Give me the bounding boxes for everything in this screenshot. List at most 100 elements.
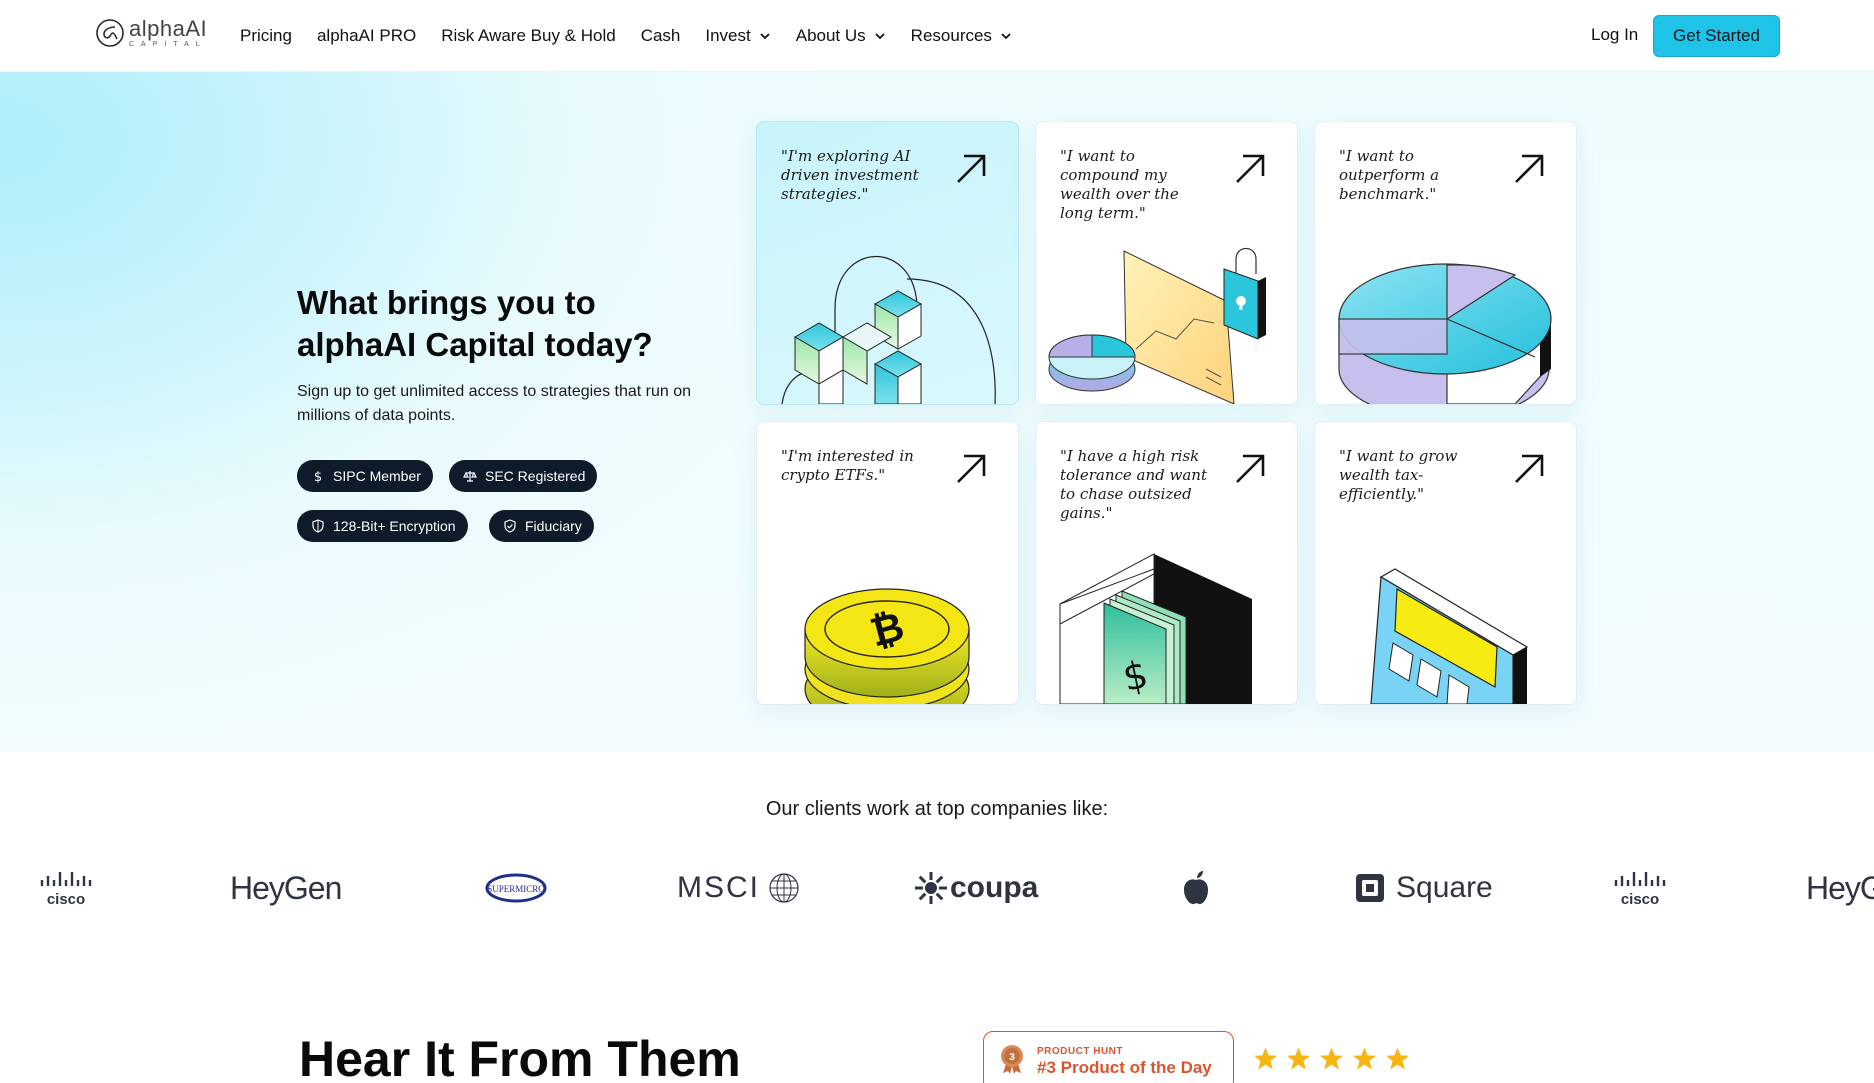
nav-pricing[interactable]: Pricing [240, 26, 292, 46]
apple-logo-icon [1184, 871, 1208, 905]
badge-sipc-label: SIPC Member [333, 468, 421, 484]
chevron-down-icon [760, 33, 770, 40]
heygen-wordmark: HeyGen [230, 869, 342, 906]
top-nav: alphaAI CAPITAL Pricing alphaAI PRO Risk… [0, 0, 1874, 72]
scale-icon [463, 471, 477, 482]
get-started-button[interactable]: Get Started [1653, 15, 1780, 57]
client-logos-strip: cisco HeyGen SUPERMICRO MSCI coupa Squar… [0, 860, 1874, 916]
card-quote: "I have a high risk tolerance and want t… [1060, 447, 1207, 522]
nav-alphaai-pro[interactable]: alphaAI PRO [317, 26, 416, 46]
client-logo-coupa: coupa [914, 860, 1038, 916]
coupa-wordmark: coupa [950, 871, 1039, 904]
nav-about-us[interactable]: About Us [796, 26, 886, 46]
nav-about-us-label: About Us [795, 26, 866, 45]
nav-cash-label: Cash [640, 26, 681, 45]
cash-box-illustration: $ [1059, 553, 1252, 704]
logo-name: alphaAI [129, 16, 208, 41]
login-link[interactable]: Log In [1591, 25, 1638, 45]
nav-resources[interactable]: Resources [911, 26, 1012, 46]
hero-title: What brings you to alphaAI Capital today… [297, 284, 653, 363]
logo-subtitle: CAPITAL [129, 41, 207, 48]
nav-risk-aware[interactable]: Risk Aware Buy & Hold [441, 26, 615, 46]
star-icon [1287, 1047, 1310, 1070]
nav-invest-label: Invest [705, 26, 751, 45]
arrow-up-right-icon [957, 454, 986, 483]
cisco-logo-icon: cisco [40, 872, 92, 908]
card-quote: "I'm exploring AI driven investment stra… [781, 147, 919, 203]
card-quote: "I want to grow wealth tax-efficiently." [1339, 447, 1458, 503]
cubes-network-illustration [781, 256, 996, 404]
product-hunt-title: #3 Product of the Day [1037, 1058, 1212, 1077]
star-icon [1353, 1047, 1376, 1070]
supermicro-logo-icon: SUPERMICRO [485, 873, 547, 903]
clients-heading: Our clients work at top companies like: [765, 798, 1109, 820]
client-logo-square: Square [1354, 860, 1493, 916]
msci-wordmark: MSCI [677, 871, 760, 904]
badge-sec-label: SEC Registered [485, 468, 586, 484]
star-icon [1386, 1047, 1409, 1070]
nav-cash[interactable]: Cash [641, 26, 681, 46]
rating-stars [1253, 1046, 1410, 1071]
star-icon [1254, 1047, 1277, 1070]
svg-text:$: $ [314, 470, 322, 483]
svg-text:cisco: cisco [47, 891, 85, 908]
svg-text:3: 3 [1009, 1052, 1015, 1063]
goal-card-crypto[interactable]: "I'm interested in crypto ETFs." ₿ [756, 421, 1019, 705]
card-quote: "I want to compound my wealth over the l… [1060, 147, 1179, 222]
chart-lock-illustration [1048, 247, 1266, 404]
badge-fiduciary: Fiduciary [489, 510, 594, 542]
star-icon [1320, 1047, 1343, 1070]
badge-sipc: $ SIPC Member [297, 460, 433, 492]
badge-fiduciary-label: Fiduciary [525, 518, 582, 534]
client-logo-cisco: cisco [36, 860, 106, 916]
badge-encryption-label: 128-Bit+ Encryption [333, 518, 456, 534]
bitcoin-coins-illustration: ₿ [804, 588, 970, 704]
client-logo-heygen-2: HeyG [1806, 860, 1874, 916]
badge-encryption: 128-Bit+ Encryption [297, 510, 468, 542]
product-hunt-label: PRODUCT HUNT [1037, 1046, 1123, 1057]
alpha-logo-icon [96, 19, 124, 47]
pie-chart-illustration [1338, 263, 1552, 404]
nav-resources-label: Resources [910, 26, 992, 45]
card-quote: "I'm interested in crypto ETFs." [781, 447, 914, 484]
chevron-down-icon [1001, 33, 1011, 40]
arrow-up-right-icon [957, 154, 986, 183]
arrow-up-right-icon [1515, 154, 1544, 183]
medal-icon: 3 [1001, 1045, 1023, 1074]
goal-card-compound-wealth[interactable]: "I want to compound my wealth over the l… [1035, 121, 1298, 405]
calculator-illustration [1370, 568, 1529, 704]
card-quote: "I want to outperform a benchmark." [1339, 147, 1440, 203]
client-logo-cisco-2: cisco [1610, 860, 1680, 916]
arrow-up-right-icon [1515, 454, 1544, 483]
dollar-icon: $ [314, 470, 322, 483]
heygen-wordmark: HeyG [1806, 869, 1874, 906]
client-logo-supermicro: SUPERMICRO [485, 860, 547, 916]
hero-section: What brings you to alphaAI Capital today… [0, 72, 1874, 752]
goal-card-tax-efficient[interactable]: "I want to grow wealth tax-efficiently." [1314, 421, 1577, 705]
shield-icon [312, 519, 324, 533]
square-logo-icon [1356, 874, 1384, 902]
coupa-sunburst-icon [915, 872, 947, 904]
alphaai-logo[interactable]: alphaAI CAPITAL [95, 18, 207, 48]
goal-card-ai-strategies[interactable]: "I'm exploring AI driven investment stra… [756, 121, 1019, 405]
hero-subtitle: Sign up to get unlimited access to strat… [297, 383, 692, 424]
nav-alphaai-pro-label: alphaAI PRO [316, 26, 417, 45]
nav-pricing-label: Pricing [240, 26, 292, 45]
chevron-down-icon [875, 33, 885, 40]
nav-links: Pricing alphaAI PRO Risk Aware Buy & Hol… [240, 0, 1037, 72]
testimonials-heading: Hear It From Them [299, 1031, 741, 1083]
square-wordmark: Square [1396, 871, 1493, 904]
nav-risk-aware-label: Risk Aware Buy & Hold [441, 26, 616, 45]
product-hunt-badge[interactable]: 3 PRODUCT HUNT #3 Product of the Day [983, 1031, 1234, 1083]
svg-text:cisco: cisco [1621, 891, 1659, 908]
badge-sec: SEC Registered [449, 460, 598, 492]
arrow-up-right-icon [1236, 154, 1265, 183]
client-logo-msci: MSCI [677, 860, 800, 916]
nav-invest[interactable]: Invest [705, 26, 770, 46]
client-logo-apple [1181, 860, 1211, 916]
shield-check-icon [504, 519, 516, 533]
goal-card-high-risk[interactable]: "I have a high risk tolerance and want t… [1035, 421, 1298, 705]
client-logo-heygen: HeyGen [230, 860, 342, 916]
goal-card-outperform[interactable]: "I want to outperform a benchmark." [1314, 121, 1577, 405]
arrow-up-right-icon [1236, 454, 1265, 483]
